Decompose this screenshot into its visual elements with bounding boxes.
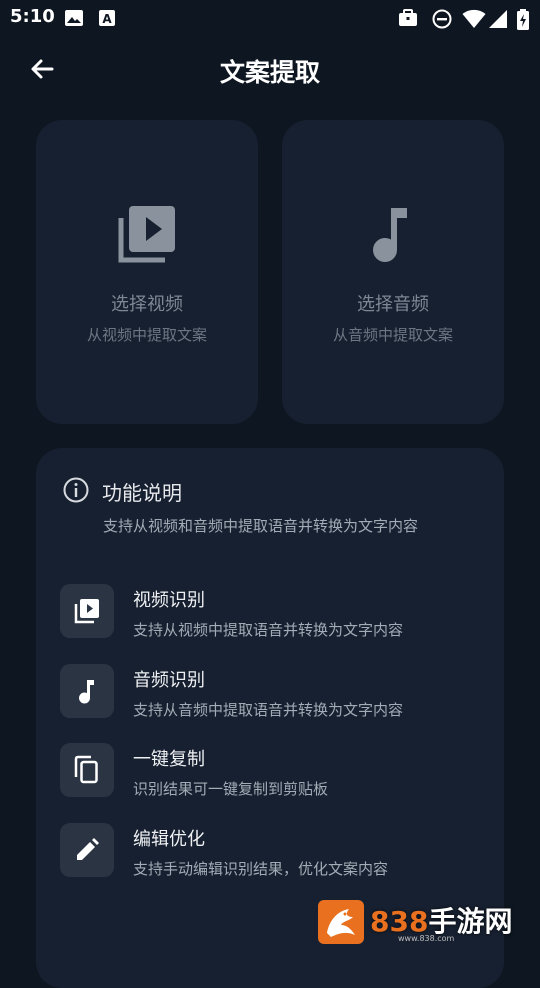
select-audio-subtitle: 从音频中提取文案 xyxy=(332,326,453,344)
info-icon xyxy=(62,476,90,508)
panel-description: 支持从视频和音频中提取语音并转换为文字内容 xyxy=(103,517,419,535)
feature-title: 视频识别 xyxy=(133,590,205,611)
select-audio-title: 选择音频 xyxy=(357,294,429,315)
feature-title: 音频识别 xyxy=(133,670,205,691)
dragon-logo-icon xyxy=(318,900,364,944)
video-library-icon xyxy=(36,202,258,270)
music-note-icon xyxy=(60,664,114,718)
select-video-card[interactable]: 选择视频 从视频中提取文案 xyxy=(36,120,258,424)
briefcase-icon xyxy=(398,9,418,31)
feature-item-video-recognition: 视频识别 支持从视频中提取语音并转换为文字内容 xyxy=(60,584,480,640)
battery-charging-icon xyxy=(516,9,530,35)
select-video-title: 选择视频 xyxy=(111,294,183,315)
svg-text:A: A xyxy=(102,12,112,26)
feature-subtitle: 支持从音频中提取语音并转换为文字内容 xyxy=(133,701,404,719)
select-video-subtitle: 从视频中提取文案 xyxy=(86,326,207,344)
panel-title: 功能说明 xyxy=(102,481,182,505)
status-bar: 5:10 A xyxy=(0,0,540,36)
video-file-icon xyxy=(60,584,114,638)
wifi-icon xyxy=(462,9,486,33)
do-not-disturb-icon xyxy=(432,9,452,33)
edit-pencil-icon xyxy=(60,823,114,877)
app-header: 文案提取 xyxy=(0,40,540,100)
page-title: 文案提取 xyxy=(219,58,320,87)
copy-icon xyxy=(60,743,114,797)
feature-subtitle: 支持手动编辑识别结果，优化文案内容 xyxy=(133,860,389,878)
image-icon xyxy=(64,9,84,31)
feature-item-edit-optimize: 编辑优化 支持手动编辑识别结果，优化文案内容 xyxy=(60,823,480,879)
feature-subtitle: 支持从视频中提取语音并转换为文字内容 xyxy=(133,621,404,639)
signal-icon xyxy=(488,9,508,33)
select-audio-card[interactable]: 选择音频 从音频中提取文案 xyxy=(282,120,504,424)
feature-subtitle: 识别结果可一键复制到剪贴板 xyxy=(133,780,329,798)
feature-item-audio-recognition: 音频识别 支持从音频中提取语音并转换为文字内容 xyxy=(60,664,480,720)
watermark-url: www.838.com xyxy=(398,934,455,943)
feature-title: 一键复制 xyxy=(133,749,205,770)
status-time: 5:10 xyxy=(10,6,55,27)
watermark: 838手游网 www.838.com xyxy=(318,898,518,946)
music-note-icon xyxy=(282,202,504,270)
text-a-icon: A xyxy=(98,9,116,31)
feature-item-one-click-copy: 一键复制 识别结果可一键复制到剪贴板 xyxy=(60,743,480,799)
feature-title: 编辑优化 xyxy=(133,829,205,850)
